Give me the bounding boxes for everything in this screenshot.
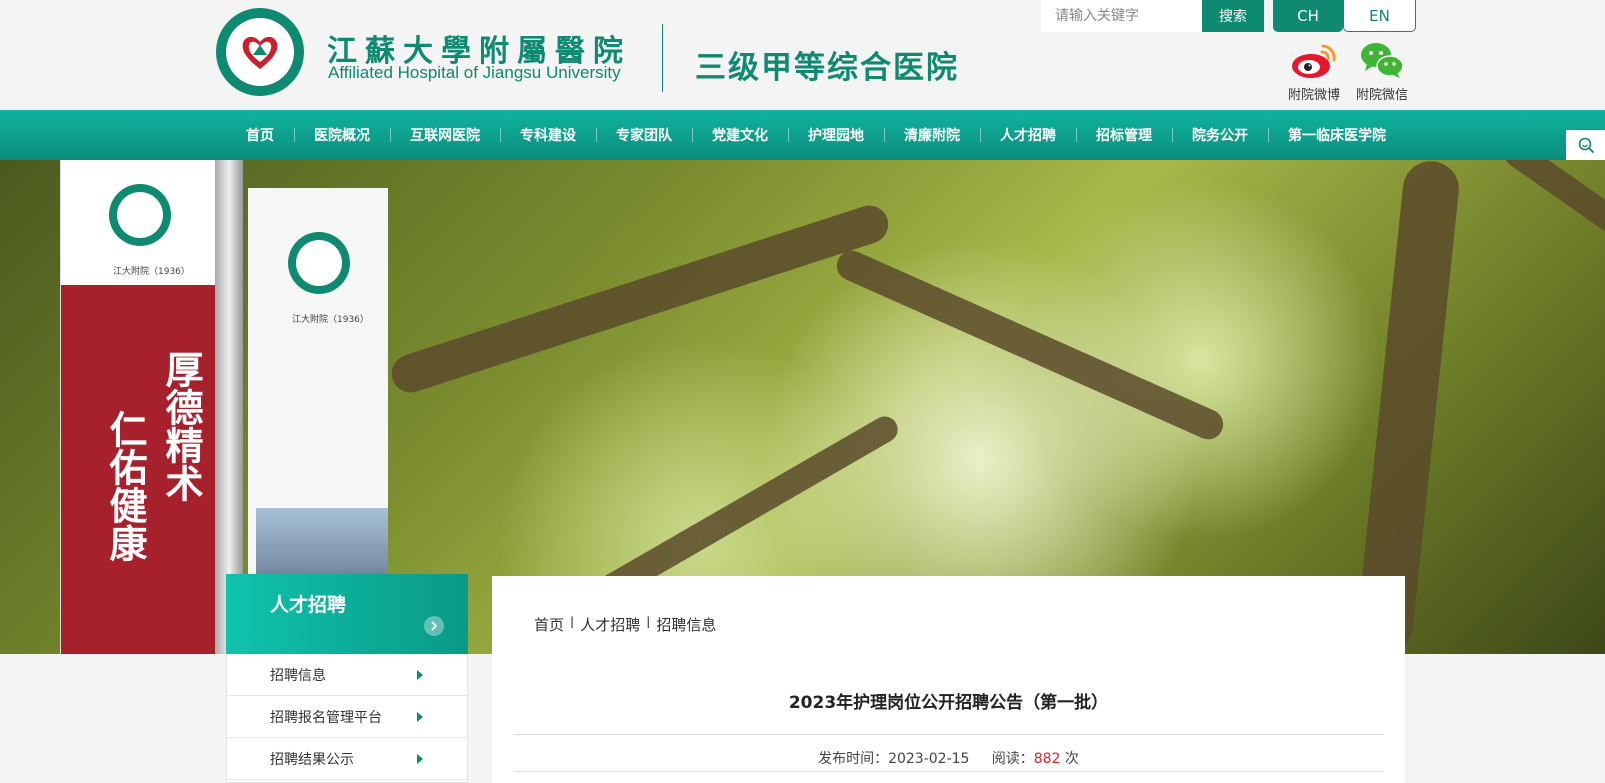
site-header: 江蘇大學附屬醫院 Affiliated Hospital of Jiangsu … <box>0 0 1605 110</box>
publish-date: 2023-02-15 <box>888 751 970 767</box>
lang-ch-button[interactable]: CH <box>1273 0 1343 32</box>
search-icon <box>1578 137 1594 153</box>
nav-item-internet-hospital[interactable]: 互联网医院 <box>390 125 500 145</box>
article-title: 2023年护理岗位公开招聘公告（第一批） <box>788 693 1109 713</box>
sidebar-header: 人才招聘 <box>226 574 468 654</box>
nav-item-home[interactable]: 首页 <box>226 125 294 145</box>
nav-item-recruitment[interactable]: 人才招聘 <box>980 125 1076 145</box>
hospital-grade: 三级甲等综合医院 <box>695 50 959 86</box>
sidebar-title: 人才招聘 <box>270 594 347 616</box>
weibo-icon <box>1292 44 1336 78</box>
main-nav: 首页 医院概况 互联网医院 专科建设 专家团队 党建文化 护理园地 清廉附院 人… <box>0 110 1605 160</box>
hits-count: 882 <box>1033 751 1061 767</box>
weibo-label: 附院微博 <box>1287 88 1340 103</box>
article-panel: 首页 l 人才招聘 l 招聘信息 2023年护理岗位公开招聘公告（第一批） 发布… <box>492 576 1405 783</box>
wechat-icon <box>1361 43 1404 78</box>
sidebar-menu: 招聘信息 招聘报名管理平台 招聘结果公示 <box>226 654 468 783</box>
hospital-logo-seal[interactable] <box>216 8 304 96</box>
lang-en-button[interactable]: EN <box>1343 0 1416 32</box>
breadcrumb: 首页 l 人才招聘 l 招聘信息 <box>534 614 716 635</box>
breadcrumb-separator: l <box>570 614 575 632</box>
article-meta: 发布时间：2023-02-15 阅读：882 次 <box>492 748 1405 768</box>
triangle-right-icon <box>417 670 423 680</box>
heart-logo-icon <box>242 36 278 69</box>
publish-date-label: 发布时间： <box>818 751 889 767</box>
nav-item-experts[interactable]: 专家团队 <box>596 125 692 145</box>
triangle-right-icon <box>417 754 423 764</box>
divider <box>514 734 1384 735</box>
hits-unit: 次 <box>1064 751 1079 767</box>
search-button[interactable]: 搜索 <box>1202 0 1264 32</box>
hospital-name-en[interactable]: Affiliated Hospital of Jiangsu Universit… <box>328 63 621 83</box>
nav-item-clinical-college[interactable]: 第一临床医学院 <box>1268 125 1406 145</box>
sidebar-item-results[interactable]: 招聘结果公示 <box>227 738 467 780</box>
nav-item-overview[interactable]: 医院概况 <box>294 125 390 145</box>
nav-item-affairs[interactable]: 院务公开 <box>1172 125 1268 145</box>
banner-flag-red: 江大附院（1936） 厚德精术 仁佑健康 <box>60 160 221 654</box>
nav-list: 首页 医院概况 互联网医院 专科建设 专家团队 党建文化 护理园地 清廉附院 人… <box>226 110 1406 160</box>
triangle-right-icon <box>417 712 423 722</box>
nav-item-party-culture[interactable]: 党建文化 <box>692 125 788 145</box>
breadcrumb-recruitment[interactable]: 人才招聘 <box>580 614 640 635</box>
flag-seal-icon <box>109 184 171 246</box>
sidebar-item-signup-platform[interactable]: 招聘报名管理平台 <box>227 696 467 738</box>
chevron-right-icon[interactable] <box>424 616 444 636</box>
logo-divider <box>662 24 663 92</box>
nav-search-button[interactable] <box>1566 130 1605 160</box>
divider <box>514 771 1384 772</box>
wechat-label: 附院微信 <box>1355 88 1408 103</box>
sidebar-item-recruit-info[interactable]: 招聘信息 <box>227 654 467 696</box>
nav-item-nursing[interactable]: 护理园地 <box>788 125 884 145</box>
sidebar-item-label: 招聘报名管理平台 <box>270 709 382 726</box>
sidebar-item-label: 招聘结果公示 <box>270 751 354 768</box>
search-input[interactable] <box>1041 0 1202 32</box>
nav-item-specialties[interactable]: 专科建设 <box>500 125 596 145</box>
breadcrumb-separator: l <box>646 614 651 632</box>
nav-item-tender[interactable]: 招标管理 <box>1076 125 1172 145</box>
nav-item-integrity[interactable]: 清廉附院 <box>884 125 980 145</box>
wechat-link[interactable]: 附院微信 <box>1355 40 1409 103</box>
weibo-link[interactable]: 附院微博 <box>1287 40 1341 103</box>
breadcrumb-recruit-info[interactable]: 招聘信息 <box>656 614 716 635</box>
hits-label: 阅读： <box>991 751 1034 767</box>
sidebar-item-label: 招聘信息 <box>270 667 326 684</box>
breadcrumb-home[interactable]: 首页 <box>534 614 564 635</box>
flag-seal-icon-2 <box>288 232 350 294</box>
